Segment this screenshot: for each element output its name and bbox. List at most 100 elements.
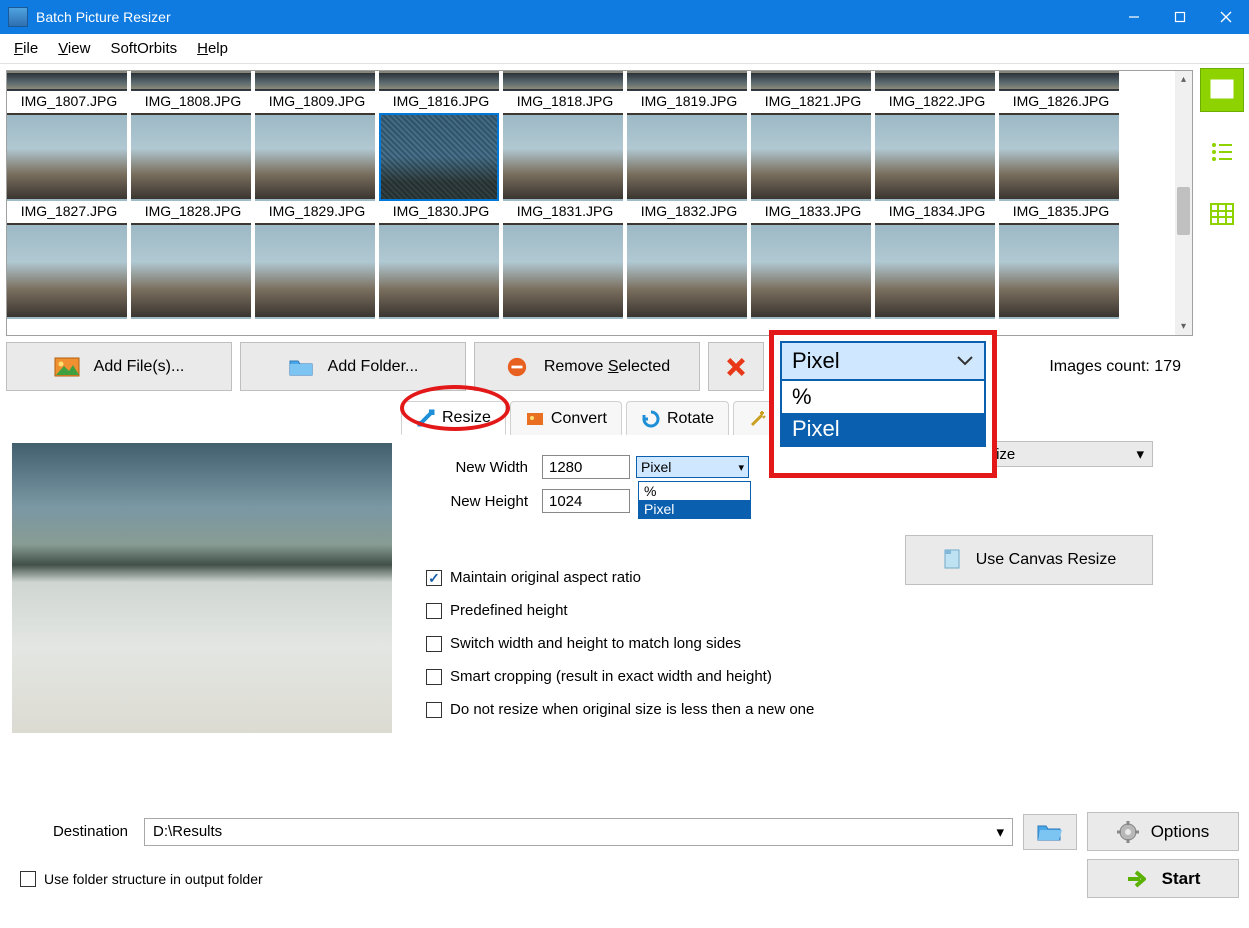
thumbnail-item[interactable] xyxy=(255,223,379,319)
menu-help[interactable]: Help xyxy=(187,36,238,61)
thumbnail-image xyxy=(999,223,1119,319)
width-unit-value: Pixel xyxy=(641,459,671,475)
unit-option-pixel[interactable]: Pixel xyxy=(639,500,750,518)
thumbnail-item[interactable] xyxy=(7,223,131,319)
menu-view[interactable]: View xyxy=(48,36,100,61)
new-height-input[interactable] xyxy=(542,489,630,513)
tab-convert[interactable]: Convert xyxy=(510,401,622,435)
thumbnail-item[interactable] xyxy=(503,223,627,319)
remove-selected-label: Remove Selected xyxy=(544,358,670,376)
destination-input[interactable]: D:\Results ▾ xyxy=(144,818,1013,846)
thumbnail-item[interactable]: IMG_1819.JPG xyxy=(627,71,751,113)
predefined-height-row[interactable]: Predefined height xyxy=(426,602,1183,619)
scroll-down-icon[interactable]: ▾ xyxy=(1175,318,1192,335)
new-width-input[interactable] xyxy=(542,455,630,479)
thumbnail-scrollbar[interactable]: ▴ ▾ xyxy=(1175,71,1192,335)
thumbnail-label: IMG_1808.JPG xyxy=(131,91,255,113)
thumbnail-image xyxy=(379,223,499,319)
predefined-height-checkbox[interactable] xyxy=(426,603,442,619)
thumbnail-image xyxy=(255,113,375,201)
options-button[interactable]: Options xyxy=(1087,812,1239,851)
use-folder-structure-checkbox[interactable] xyxy=(20,871,36,887)
thumbnail-image xyxy=(7,71,127,91)
file-toolbar: Add File(s)... Add Folder... Remove Sele… xyxy=(6,342,1193,391)
width-unit-select[interactable]: Pixel ▾ xyxy=(636,456,749,478)
thumbnail-item[interactable] xyxy=(627,223,751,319)
thumbnail-image xyxy=(503,113,623,201)
remove-selected-button[interactable]: Remove Selected xyxy=(474,342,700,391)
menubar: File View SoftOrbits Help xyxy=(0,34,1249,64)
menu-softorbits[interactable]: SoftOrbits xyxy=(100,36,187,61)
thumbnail-image xyxy=(627,113,747,201)
thumbnail-item[interactable]: IMG_1832.JPG xyxy=(627,113,751,223)
thumbnail-item[interactable]: IMG_1829.JPG xyxy=(255,113,379,223)
smart-crop-row[interactable]: Smart cropping (result in exact width an… xyxy=(426,668,1183,685)
callout-list: % Pixel xyxy=(780,381,986,447)
thumbnail-image xyxy=(875,113,995,201)
menu-file[interactable]: File xyxy=(4,36,48,61)
view-details-button[interactable] xyxy=(1200,192,1244,236)
switch-wh-checkbox[interactable] xyxy=(426,636,442,652)
switch-wh-row[interactable]: Switch width and height to match long si… xyxy=(426,635,1183,652)
callout-option-percent[interactable]: % xyxy=(782,381,984,413)
thumbnail-item[interactable]: IMG_1826.JPG xyxy=(999,71,1123,113)
start-arrow-icon xyxy=(1126,869,1150,889)
thumbnail-item[interactable]: IMG_1828.JPG xyxy=(131,113,255,223)
thumbnail-image xyxy=(131,223,251,319)
unit-option-percent[interactable]: % xyxy=(639,482,750,500)
start-button[interactable]: Start xyxy=(1087,859,1239,898)
callout-option-pixel[interactable]: Pixel xyxy=(782,413,984,445)
thumbnail-item[interactable]: IMG_1834.JPG xyxy=(875,113,999,223)
canvas-resize-button[interactable]: Use Canvas Resize xyxy=(905,535,1153,585)
app-icon xyxy=(8,7,28,27)
thumbnail-image xyxy=(751,113,871,201)
view-list-button[interactable] xyxy=(1200,130,1244,174)
scroll-up-icon[interactable]: ▴ xyxy=(1175,71,1192,88)
thumbnail-item[interactable] xyxy=(379,223,503,319)
thumbnail-item[interactable]: IMG_1835.JPG xyxy=(999,113,1123,223)
thumbnail-item[interactable]: IMG_1831.JPG xyxy=(503,113,627,223)
scroll-thumb[interactable] xyxy=(1177,187,1190,235)
browse-button[interactable] xyxy=(1023,814,1077,850)
thumbnail-item[interactable]: IMG_1833.JPG xyxy=(751,113,875,223)
thumbnail-item[interactable] xyxy=(751,223,875,319)
thumbnail-item[interactable] xyxy=(999,223,1123,319)
tab-rotate[interactable]: Rotate xyxy=(626,401,729,435)
destination-bar: Destination D:\Results ▾ Options xyxy=(0,804,1249,855)
thumbnail-item[interactable]: IMG_1816.JPG xyxy=(379,71,503,113)
thumbnail-item[interactable]: IMG_1821.JPG xyxy=(751,71,875,113)
view-thumbnails-button[interactable] xyxy=(1200,68,1244,112)
thumbnail-item[interactable]: IMG_1808.JPG xyxy=(131,71,255,113)
smart-crop-checkbox[interactable] xyxy=(426,669,442,685)
tab-resize[interactable]: Resize xyxy=(401,401,506,435)
no-resize-row[interactable]: Do not resize when original size is less… xyxy=(426,701,1183,718)
unit-dropdown-list[interactable]: % Pixel xyxy=(638,481,751,519)
thumbnail-item[interactable]: IMG_1807.JPG xyxy=(7,71,131,113)
minimize-button[interactable] xyxy=(1111,0,1157,34)
thumbnail-item[interactable]: IMG_1822.JPG xyxy=(875,71,999,113)
no-resize-checkbox[interactable] xyxy=(426,702,442,718)
thumbnail-image xyxy=(875,71,995,91)
thumbnail-item[interactable]: IMG_1830.JPG xyxy=(379,113,503,223)
chevron-down-icon[interactable]: ▾ xyxy=(996,823,1004,841)
thumbnail-label: IMG_1819.JPG xyxy=(627,91,751,113)
thumbnail-image xyxy=(751,71,871,91)
thumbnail-item[interactable]: IMG_1809.JPG xyxy=(255,71,379,113)
maintain-aspect-checkbox[interactable] xyxy=(426,570,442,586)
remove-all-button[interactable] xyxy=(708,342,764,391)
thumbnail-item[interactable] xyxy=(131,223,255,319)
tab-bar: Resize Convert Rotate Effe xyxy=(6,401,1195,435)
canvas-icon xyxy=(942,548,964,572)
close-button[interactable] xyxy=(1203,0,1249,34)
thumbnail-item[interactable] xyxy=(875,223,999,319)
maintain-aspect-label: Maintain original aspect ratio xyxy=(450,569,641,586)
add-folder-button[interactable]: Add Folder... xyxy=(240,342,466,391)
thumbnail-item[interactable]: IMG_1827.JPG xyxy=(7,113,131,223)
image-count-label: Images count: 179 xyxy=(1049,358,1193,376)
maximize-button[interactable] xyxy=(1157,0,1203,34)
thumbnail-item[interactable]: IMG_1818.JPG xyxy=(503,71,627,113)
callout-select[interactable]: Pixel xyxy=(780,341,986,381)
thumbnail-label: IMG_1834.JPG xyxy=(875,201,999,223)
add-file-button[interactable]: Add File(s)... xyxy=(6,342,232,391)
thumbnail-image xyxy=(627,223,747,319)
